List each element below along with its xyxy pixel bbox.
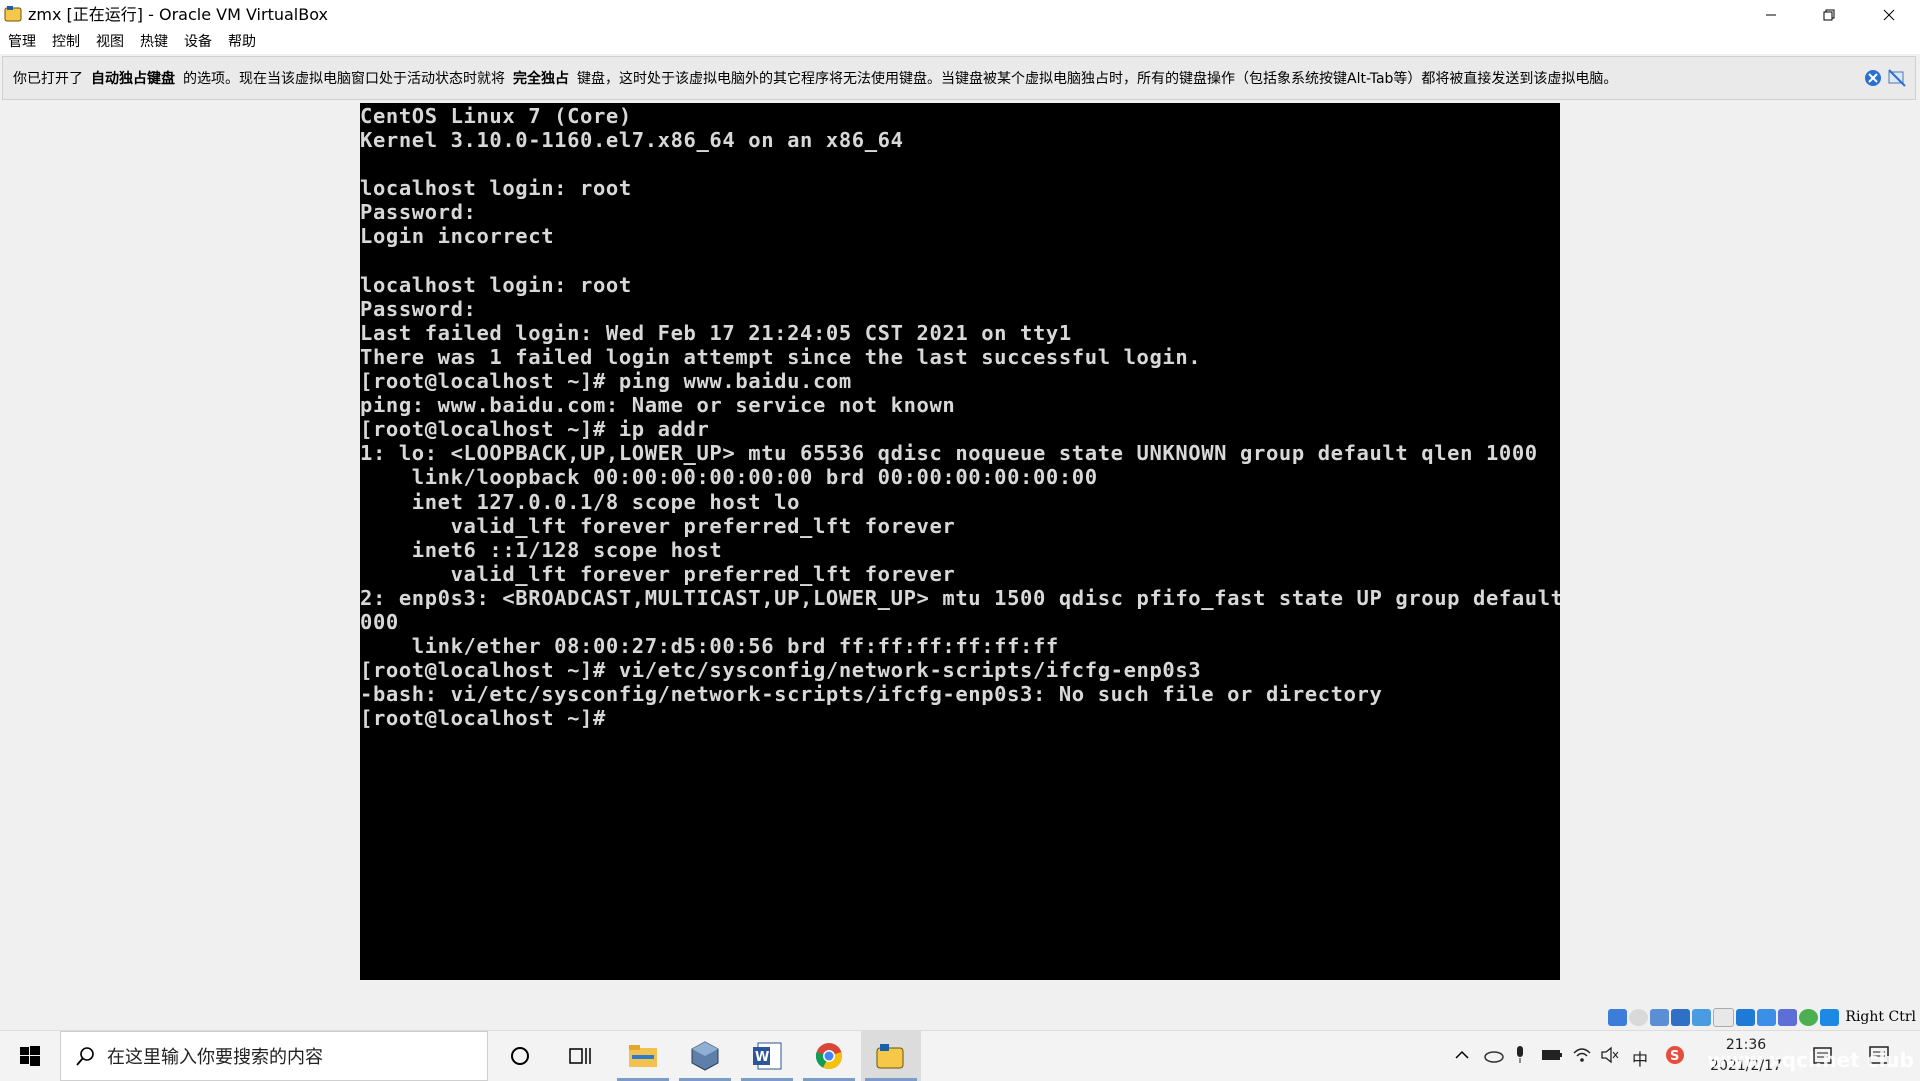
chrome-icon [815,1043,843,1070]
console-line: valid_lft forever preferred_lft forever [360,561,956,586]
notice-bold-full-capture: 完全独占 [513,71,569,87]
console-line: inet 127.0.0.1/8 scope host lo [360,489,801,514]
notice-bold-auto-capture: 自动独占键盘 [91,71,175,87]
restore-icon [1823,9,1835,21]
menu-view[interactable]: 视图 [88,30,132,54]
show-hidden-icons-icon[interactable] [1454,1049,1470,1061]
audio-icon[interactable] [1650,1008,1670,1026]
console-line: [root@localhost ~]# vi/etc/sysconfig/net… [360,658,1202,683]
cortana-button[interactable] [490,1031,550,1081]
microphone-icon[interactable] [1514,1045,1526,1065]
windows-logo-icon [20,1046,40,1066]
network-icon[interactable] [1671,1008,1691,1026]
taskbar-app-file-explorer[interactable] [613,1031,673,1081]
console-line: Login incorrect [360,224,555,249]
task-view-icon [569,1048,591,1064]
taskbar: 在这里输入你要搜索的内容 W 中 S 21:36 2021/2/17 [0,1030,1920,1081]
console-line: There was 1 failed login attempt since t… [360,344,1202,369]
console-line: CentOS Linux 7 (Core) [360,104,632,128]
notice-text-part2: 的选项。现在当该虚拟电脑窗口处于活动状态时就将 [183,71,505,87]
console-line: -bash: vi/etc/sysconfig/network-scripts/… [360,682,1383,707]
usb-icon[interactable] [1692,1008,1712,1026]
console-output: CentOS Linux 7 (Core) Kernel 3.10.0-1160.… [360,104,1560,730]
search-placeholder: 在这里输入你要搜索的内容 [107,1047,323,1068]
input-method-indicator[interactable]: 中 [1632,1046,1648,1070]
start-button[interactable] [0,1031,60,1081]
close-icon [1883,9,1895,21]
menu-devices[interactable]: 设备 [176,30,220,54]
virtualbox-icon [691,1041,719,1071]
file-explorer-icon [629,1045,657,1067]
cpu-icon[interactable] [1799,1008,1819,1026]
wifi-icon[interactable] [1572,1045,1592,1063]
sogou-icon[interactable]: S [1664,1044,1686,1066]
minimize-icon [1766,14,1776,16]
vm-display[interactable]: CentOS Linux 7 (Core) Kernel 3.10.0-1160.… [360,103,1560,980]
menu-help[interactable]: 帮助 [220,30,264,54]
taskbar-app-virtualbox[interactable] [675,1031,735,1081]
console-line: 2: enp0s3: <BROADCAST,MULTICAST,UP,LOWER… [360,585,1560,610]
notice-close-icon[interactable] [1863,68,1883,88]
shared-folder-icon[interactable] [1713,1007,1735,1027]
svg-text:S: S [1670,1049,1679,1064]
keyboard-capture-icon[interactable] [1820,1008,1840,1026]
console-line: Kernel 3.10.0-1160.el7.x86_64 on an x86_… [360,128,904,153]
recording-icon[interactable] [1757,1008,1777,1026]
console-line: inet6 ::1/128 scope host [360,537,723,562]
console-line: [root@localhost ~]# ip addr [360,417,710,442]
volume-muted-icon[interactable] [1600,1046,1620,1064]
task-view-button[interactable] [550,1031,610,1081]
taskbar-app-chrome[interactable] [799,1031,859,1081]
keyboard-capture-notice: 你已打开了 自动独占键盘 的选项。现在当该虚拟电脑窗口处于活动状态时就将 完全独占 键盘… [2,56,1916,100]
vm-status-bar: Right Ctrl [1608,1006,1920,1028]
console-line: Password: [360,296,477,321]
restore-button[interactable] [1800,0,1858,30]
console-line: valid_lft forever preferred_lft forever [360,513,956,538]
watermark-text: www.xqcl.net club [1707,1048,1914,1072]
optical-drive-icon[interactable] [1629,1008,1649,1026]
display-icon[interactable] [1736,1008,1756,1026]
window-title-bar: zmx [正在运行] - Oracle VM VirtualBox [0,0,1920,30]
console-line: Last failed login: Wed Feb 17 21:24:05 C… [360,320,1072,345]
taskbar-app-word[interactable]: W [737,1031,797,1081]
notice-text-part3: 键盘，这时处于该虚拟电脑外的其它程序将无法使用键盘。当键盘被某个虚拟电脑独占时，… [577,71,1618,87]
close-button[interactable] [1860,0,1918,30]
console-line: 000 [360,609,399,634]
vm-window-icon [876,1044,904,1069]
menu-control[interactable]: 控制 [44,30,88,54]
console-line: link/ether 08:00:27:d5:00:56 brd ff:ff:f… [360,634,1059,659]
search-icon [76,1047,94,1066]
hard-disk-icon[interactable] [1608,1008,1628,1026]
virtualbox-app-icon [4,6,22,22]
console-line: link/loopback 00:00:00:00:00:00 brd 00:0… [360,465,1098,490]
svg-text:W: W [755,1050,769,1065]
console-line: 1: lo: <LOOPBACK,UP,LOWER_UP> mtu 65536 … [360,441,1538,466]
console-line: ping: www.baidu.com: Name or service not… [360,393,956,418]
window-title: zmx [正在运行] - Oracle VM VirtualBox [28,5,328,24]
menu-bar: 管理 控制 视图 热键 设备 帮助 [0,30,1920,54]
notice-buttons [1863,68,1907,88]
battery-icon[interactable] [1541,1048,1563,1062]
menu-hotkey[interactable]: 热键 [132,30,176,54]
console-line: [root@localhost ~]# ping www.baidu.com [360,369,852,394]
minimize-button[interactable] [1742,0,1800,30]
notice-text-part1: 你已打开了 [13,71,83,87]
console-line: [root@localhost ~]# [360,706,606,731]
onedrive-icon[interactable] [1483,1047,1505,1063]
notice-disable-icon[interactable] [1887,68,1907,88]
console-line: localhost login: root [360,176,632,201]
notice-text: 你已打开了 自动独占键盘 的选项。现在当该虚拟电脑窗口处于活动状态时就将 完全独占 键盘… [13,68,1617,88]
taskbar-search[interactable]: 在这里输入你要搜索的内容 [60,1031,488,1081]
console-line: Password: [360,200,477,225]
taskbar-app-vm-window[interactable] [861,1031,921,1081]
word-icon: W [753,1042,782,1070]
cortana-icon [511,1047,529,1065]
vm-icon[interactable] [1778,1008,1798,1026]
host-key-label[interactable]: Right Ctrl [1845,1009,1916,1025]
menu-manage[interactable]: 管理 [0,30,44,54]
console-line: localhost login: root [360,272,632,297]
